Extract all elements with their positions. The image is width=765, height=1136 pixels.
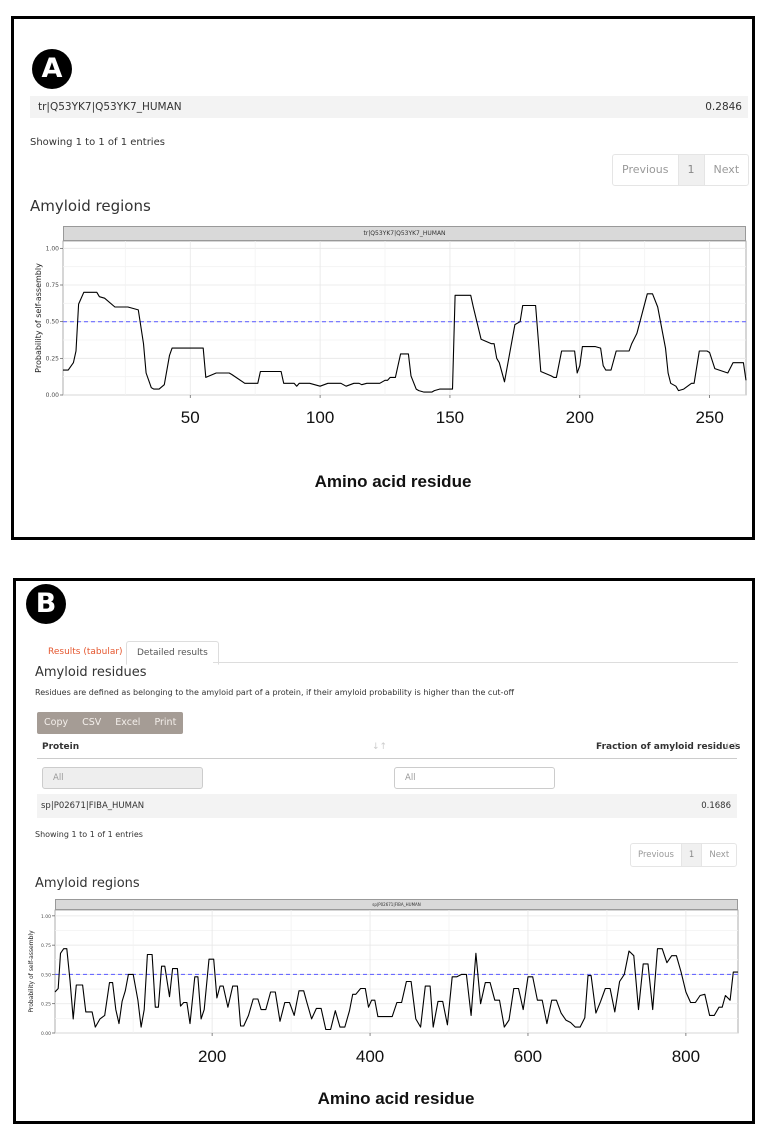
panel-a: A tr|Q53YK7|Q53YK7_HUMAN 0.2846 Showing …	[11, 16, 755, 540]
y-tick-label: 0.00	[41, 1031, 51, 1037]
y-tick-label: 0.25	[46, 355, 60, 362]
y-tick-label: 0.50	[41, 972, 51, 978]
y-tick-label: 1.00	[41, 914, 51, 920]
plot-area	[62, 240, 747, 396]
y-tick-label: 0.50	[46, 319, 60, 326]
y-tick-label: 0.00	[46, 392, 60, 399]
x-axis-title: Amino acid residue	[317, 1089, 475, 1108]
y-tick-label: 0.75	[41, 943, 51, 949]
x-tick-label: 800	[671, 1047, 701, 1066]
x-tick-label: 150	[435, 408, 465, 427]
x-tick-label: 600	[513, 1047, 543, 1066]
x-tick-label: 250	[695, 408, 724, 427]
x-tick-label: 200	[197, 1047, 227, 1066]
y-tick-label: 0.75	[46, 282, 60, 289]
chart-b: 0.00 0.25 0.50 0.75 1.00 Probability of self-…	[28, 909, 739, 1037]
chart-a: 0.00 0.25 0.50 0.75 1.00 Probability of self-…	[34, 240, 747, 399]
y-axis-title: Probability of self-assembly	[28, 930, 35, 1013]
y-tick-label: 0.25	[41, 1002, 51, 1008]
y-axis-title: Probability of self-assembly	[34, 263, 43, 373]
panel-b: B Results (tabular) Detailed results Amy…	[13, 578, 755, 1124]
x-tick-label: 50	[180, 408, 200, 427]
x-tick-label: 400	[355, 1047, 385, 1066]
x-axis-title: Amino acid residue	[314, 472, 472, 491]
x-tick-label: 100	[305, 408, 335, 427]
y-tick-label: 1.00	[46, 245, 60, 252]
x-tick-label: 200	[565, 408, 594, 427]
